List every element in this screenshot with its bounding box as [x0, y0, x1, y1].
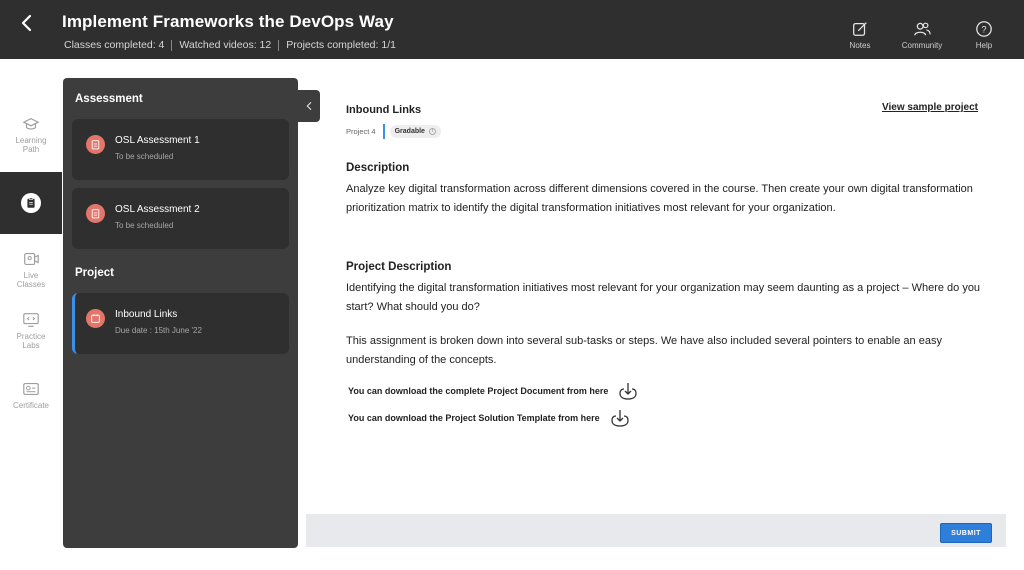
- rail-item-live-classes[interactable]: Live Classes: [0, 250, 62, 289]
- gradable-badge: Gradable i: [389, 125, 441, 138]
- assessment-status: To be scheduled: [115, 152, 174, 161]
- notes-icon: [853, 22, 867, 36]
- course-title: Implement Frameworks the DevOps Way: [62, 12, 394, 31]
- badge-label: Gradable: [394, 128, 425, 135]
- help-label: Help: [975, 41, 993, 50]
- download-icon: [611, 410, 629, 427]
- project-icon: [86, 309, 105, 328]
- project-heading: Project: [75, 267, 114, 279]
- submit-bar: SUBMIT: [306, 514, 1006, 547]
- rail-item-certificate[interactable]: Certificate: [0, 380, 62, 410]
- top-header: Implement Frameworks the DevOps Way Clas…: [0, 0, 1024, 59]
- meta-divider: [382, 124, 385, 139]
- view-sample-project-link[interactable]: View sample project: [882, 102, 978, 113]
- community-button[interactable]: Community: [900, 20, 944, 50]
- download-template-label: You can download the Project Solution Te…: [348, 413, 600, 423]
- project-description-heading: Project Description: [346, 261, 452, 273]
- help-button[interactable]: ? Help: [962, 20, 1006, 50]
- download-document-label: You can download the complete Project Do…: [348, 386, 609, 396]
- stat-divider: [171, 39, 173, 51]
- download-icon: [619, 383, 638, 400]
- assessment-project-panel: Assessment OSL Assessment 1 To be schedu…: [63, 78, 298, 548]
- rail-item-assignments[interactable]: [0, 172, 62, 234]
- submit-button[interactable]: SUBMIT: [940, 523, 992, 543]
- project-card-inbound-links[interactable]: Inbound Links Due date : 15th June '22: [72, 293, 289, 354]
- rail-item-learning-path[interactable]: Learning Path: [0, 115, 62, 154]
- collapse-panel-button[interactable]: [297, 90, 320, 122]
- assignment-icon: [86, 135, 105, 154]
- community-label: Community: [901, 41, 943, 50]
- help-icon: ?: [976, 21, 992, 37]
- watched-videos-stat: Watched videos: 12: [179, 39, 272, 51]
- rail-label: Learning Path: [15, 136, 47, 154]
- stat-divider: [278, 39, 280, 51]
- assessment-title: OSL Assessment 2: [115, 204, 200, 215]
- assignment-icon: [86, 204, 105, 223]
- assessment-card-2[interactable]: OSL Assessment 2 To be scheduled: [72, 188, 289, 249]
- info-icon[interactable]: i: [428, 128, 436, 135]
- chevron-left-icon: [306, 102, 311, 110]
- description-text: Analyze key digital transformation acros…: [346, 183, 973, 214]
- left-navigation-rail: LearningPath LiveClasses PracticeLabs: [0, 59, 62, 570]
- download-solution-template[interactable]: You can download the Project Solution Te…: [348, 408, 630, 428]
- header-actions: Notes Community ? Help: [838, 20, 1006, 50]
- rail-active-indicator: [21, 193, 41, 213]
- certificate-icon: [23, 383, 39, 395]
- assessment-status: To be scheduled: [115, 221, 174, 230]
- rail-label: Live Classes: [16, 271, 46, 289]
- assignment-icon: [27, 197, 35, 208]
- project-meta: Project 4 Gradable i: [346, 124, 441, 139]
- practice-labs-icon: [23, 313, 39, 327]
- notes-label: Notes: [849, 41, 871, 50]
- assessment-title: OSL Assessment 1: [115, 135, 200, 146]
- classes-completed-stat: Classes completed: 4: [64, 39, 165, 51]
- notes-button[interactable]: Notes: [838, 20, 882, 50]
- live-classes-icon: [24, 253, 39, 265]
- project-title: Inbound Links: [115, 309, 178, 320]
- assessment-heading: Assessment: [75, 93, 143, 105]
- rail-label: Practice Labs: [16, 332, 46, 350]
- download-project-document[interactable]: You can download the complete Project Do…: [348, 381, 638, 401]
- rail-item-practice-labs[interactable]: Practice Labs: [0, 311, 62, 350]
- project-name: Inbound Links: [346, 104, 422, 116]
- community-icon: [914, 22, 931, 36]
- rail-label: Certificate: [12, 401, 49, 410]
- project-description-paragraph-1: Identifying the digital transformation i…: [346, 282, 981, 313]
- description-heading: Description: [346, 162, 410, 174]
- project-description-paragraph-2: This assignment is broken down into seve…: [346, 335, 942, 366]
- back-arrow-icon[interactable]: [16, 12, 38, 34]
- svg-text:?: ?: [981, 25, 986, 35]
- assessment-card-1[interactable]: OSL Assessment 1 To be scheduled: [72, 119, 289, 180]
- project-due-date: Due date : 15th June '22: [115, 326, 202, 335]
- learning-path-icon: [22, 117, 40, 130]
- course-stats: Classes completed: 4 Watched videos: 12 …: [64, 39, 396, 51]
- project-number: Project 4: [346, 127, 376, 136]
- projects-completed-stat: Projects completed: 1/1: [286, 39, 396, 51]
